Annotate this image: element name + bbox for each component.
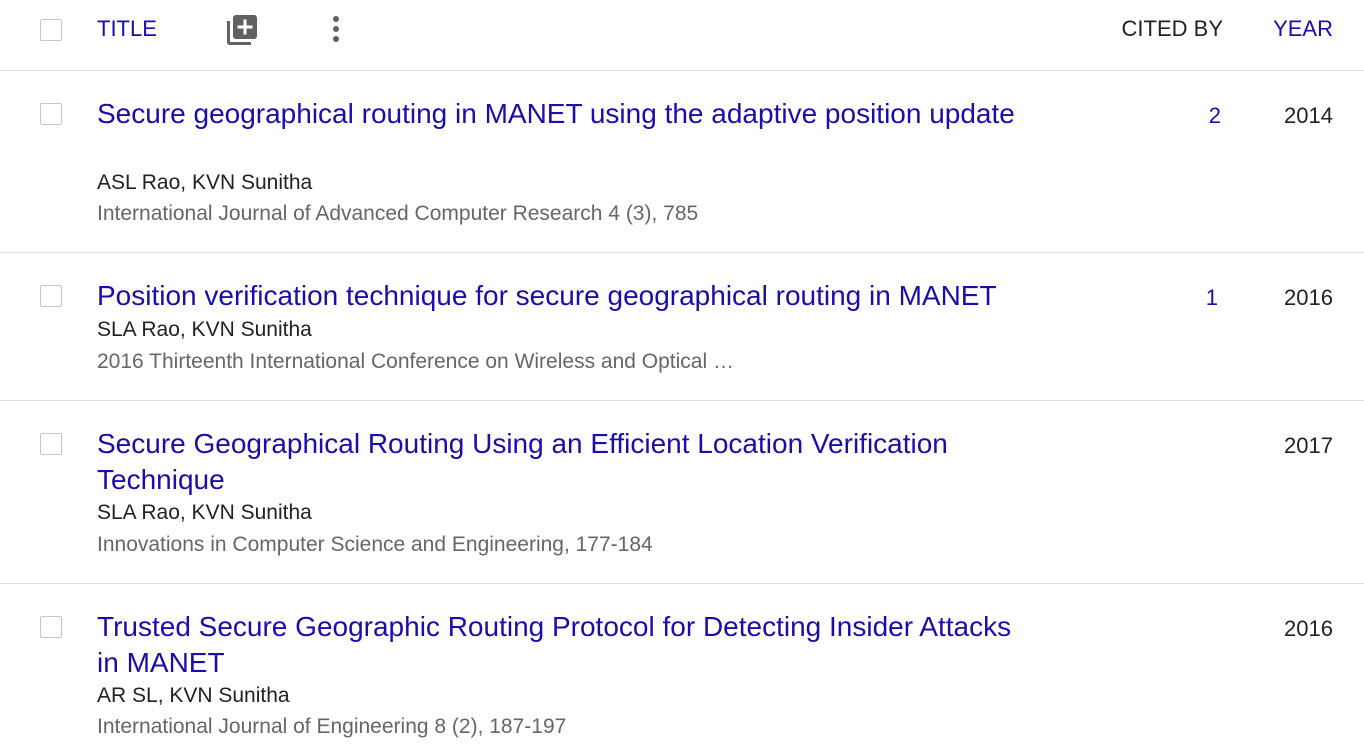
table-row: Trusted Secure Geographic Routing Protoc… [0,584,1364,754]
table-row: Secure Geographical Routing Using an Eff… [0,401,1364,584]
table-row: Position verification technique for secu… [0,253,1364,401]
table-row: Secure geographical routing in MANET usi… [0,71,1364,253]
article-title-link[interactable]: Trusted Secure Geographic Routing Protoc… [97,609,1037,681]
article-year: 2016 [1284,285,1333,310]
article-title-link[interactable]: Secure Geographical Routing Using an Eff… [97,426,1037,498]
article-venue: International Journal of Engineering 8 (… [97,715,567,738]
library-add-icon[interactable] [224,12,260,48]
cited-by-count-link[interactable]: 1 [1206,285,1218,311]
row-checkbox[interactable] [40,285,62,307]
article-authors: ASL Rao, KVN Sunitha [97,171,313,194]
row-checkbox[interactable] [40,433,62,455]
more-vert-icon[interactable] [326,12,346,48]
sort-by-title-link[interactable]: TITLE [97,16,157,42]
article-venue: Innovations in Computer Science and Engi… [97,533,653,556]
row-checkbox[interactable] [40,616,62,638]
article-authors: AR SL, KVN Sunitha [97,684,290,707]
article-year: 2014 [1284,103,1333,128]
article-venue: 2016 Thirteenth International Conference… [97,350,734,373]
cited-by-header: CITED BY [1121,16,1223,41]
article-authors: SLA Rao, KVN Sunitha [97,501,312,524]
sort-by-year-link[interactable]: YEAR [1273,16,1333,42]
publications-table: TITLE CITED BY YEAR Secure geographical … [0,0,1364,754]
article-authors: SLA Rao, KVN Sunitha [97,318,312,341]
select-all-checkbox[interactable] [40,19,62,41]
article-venue: International Journal of Advanced Comput… [97,202,699,225]
article-year: 2016 [1284,616,1333,641]
article-title-link[interactable]: Position verification technique for secu… [97,278,1107,314]
cited-by-count-link[interactable]: 2 [1209,103,1221,129]
row-checkbox[interactable] [40,103,62,125]
table-header: TITLE CITED BY YEAR [0,0,1364,71]
article-title-link[interactable]: Secure geographical routing in MANET usi… [97,96,1037,132]
article-year: 2017 [1284,433,1333,458]
